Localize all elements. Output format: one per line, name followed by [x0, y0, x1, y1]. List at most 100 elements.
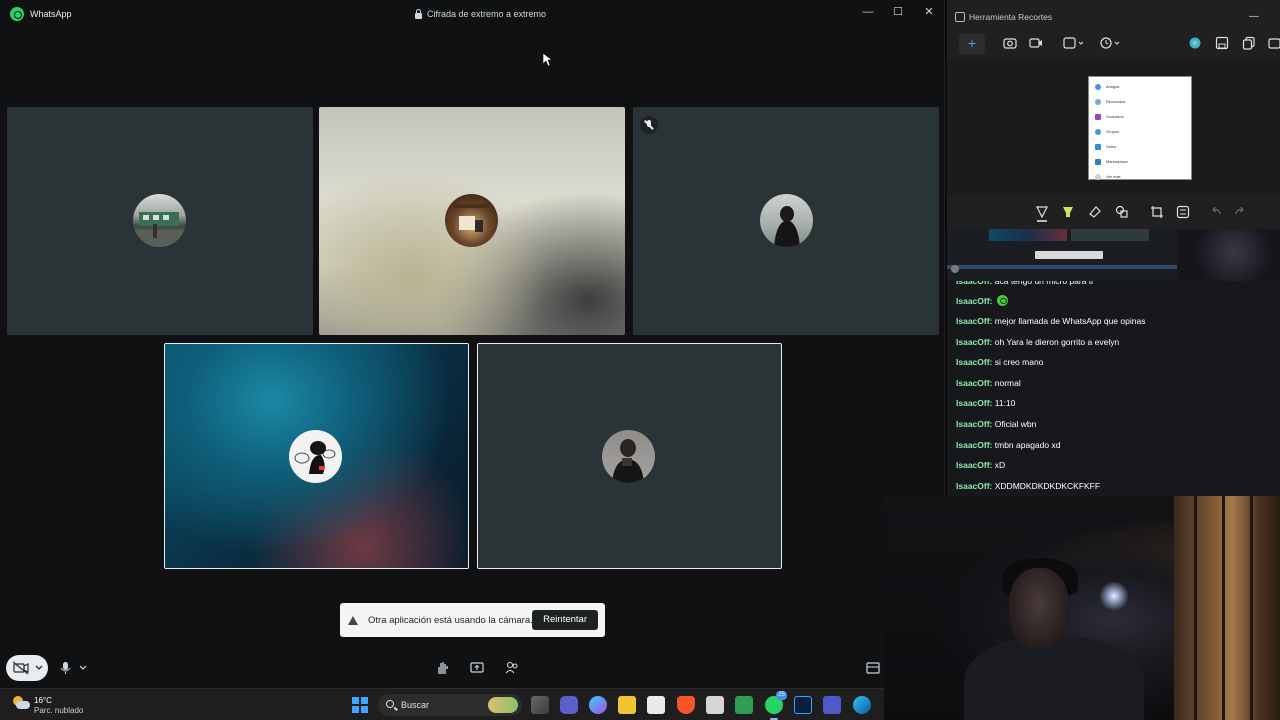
share-icon[interactable]: [1268, 36, 1280, 50]
snipping-tool-icon: [955, 12, 965, 22]
emoji-icon: [996, 295, 1008, 306]
chat-username: IsaacOff: [956, 398, 990, 408]
copy-icon[interactable]: [1242, 36, 1256, 50]
chat-message: IsaacOff: oh Yara le dieron gorrito a ev…: [956, 337, 1120, 347]
participant-tile-5[interactable]: [477, 343, 782, 569]
layout-button[interactable]: [866, 661, 880, 675]
snip-preview-image: Amigos Recuerdos Guardado Grupos Video M…: [1088, 76, 1192, 180]
copilot-app-icon[interactable]: [589, 696, 607, 714]
participant-avatar: [760, 194, 813, 247]
chat-message: IsaacOff: normal: [956, 378, 1021, 388]
participant-tile-4[interactable]: [164, 343, 469, 569]
shapes-icon[interactable]: [1115, 205, 1129, 219]
snip-camera-button[interactable]: [1003, 36, 1017, 50]
snip-video-button[interactable]: [1029, 36, 1043, 50]
retry-button[interactable]: Reintentar: [532, 610, 598, 630]
person-photo-icon: [612, 439, 644, 483]
chat-username: IsaacOff: [956, 337, 990, 347]
preview-label: Recuerdos: [1106, 99, 1126, 104]
chat-message: IsaacOff:: [956, 295, 1008, 306]
chat-username: IsaacOff: [956, 460, 990, 470]
preview-row: Video: [1095, 139, 1185, 154]
undo-icon[interactable]: [1209, 205, 1223, 219]
whatsapp-titlebar: WhatsApp Cifrada de extremo a extremo — …: [0, 0, 945, 28]
weather-icon[interactable]: [12, 696, 30, 710]
video-icon: [1095, 143, 1101, 150]
weather-icon: [951, 265, 959, 273]
photoshop-icon[interactable]: [794, 696, 812, 714]
close-button[interactable]: ✕: [920, 5, 938, 19]
taskbar-search[interactable]: Buscar: [378, 694, 522, 716]
webcam-overlay: [884, 496, 1280, 720]
maximize-button[interactable]: ☐: [889, 5, 907, 19]
minimize-button[interactable]: —: [859, 5, 877, 19]
crop-icon[interactable]: [1150, 205, 1164, 219]
copilot-icon[interactable]: [1188, 36, 1202, 50]
snipping-app-icon[interactable]: [706, 696, 724, 714]
webcam-person-body: [964, 636, 1144, 720]
whatsapp-logo-icon: [10, 7, 24, 21]
participant-tile-2[interactable]: [319, 107, 625, 335]
microsoft-store-icon[interactable]: [647, 696, 665, 714]
save-icon[interactable]: [1215, 36, 1229, 50]
chat-username: IsaacOff: [956, 440, 990, 450]
cartoon-photo-icon: [294, 441, 336, 474]
chat-message-partial: IsaacOff: aca tengo un micro para ti: [956, 281, 1094, 286]
stream-preview-strip: [947, 229, 1280, 281]
microphone-button[interactable]: [60, 661, 90, 675]
highlighter-icon[interactable]: [1061, 205, 1075, 219]
teams-app-icon[interactable]: [823, 696, 841, 714]
preview-thumbnail: [1071, 229, 1149, 241]
chat-text: tmbn apagado xd: [994, 440, 1061, 450]
meet-app-icon[interactable]: [560, 696, 578, 714]
chat-username: IsaacOff: [956, 316, 990, 326]
new-snip-button[interactable]: +: [959, 34, 985, 54]
snip-mode-dropdown[interactable]: [1063, 36, 1087, 50]
preview-row: Marketplace: [1095, 154, 1185, 169]
chat-username: IsaacOff: [956, 419, 990, 429]
redo-icon[interactable]: [1233, 205, 1247, 219]
snip-minimize-button[interactable]: —: [1247, 10, 1261, 24]
chat-message: IsaacOff: xD: [956, 460, 1006, 470]
brave-browser-icon[interactable]: [677, 696, 695, 714]
markup-toolbar: [947, 196, 1280, 229]
call-controls: [0, 650, 945, 688]
eraser-icon[interactable]: [1088, 205, 1102, 219]
girl-photo-icon: [774, 206, 800, 247]
train-photo-icon: [133, 212, 186, 247]
text-actions-icon[interactable]: [1176, 205, 1190, 219]
participant-tile-3[interactable]: [633, 107, 939, 335]
chat-text: Oficial wbn: [994, 419, 1037, 429]
shelf-photo-icon: [453, 204, 490, 232]
windows-start-icon[interactable]: [352, 697, 368, 713]
chat-username: IsaacOff: [956, 481, 990, 491]
raise-hand-button[interactable]: [436, 661, 450, 675]
file-explorer-icon[interactable]: [618, 696, 636, 714]
marketplace-icon: [1095, 158, 1101, 165]
excel-app-icon[interactable]: [735, 696, 753, 714]
ballpoint-pen-icon[interactable]: [1035, 205, 1049, 223]
share-screen-button[interactable]: [470, 661, 484, 675]
muted-microphone-icon: [640, 116, 658, 134]
chat-message: IsaacOff: si creo mano: [956, 357, 1044, 367]
snip-delay-dropdown[interactable]: [1100, 36, 1124, 50]
weather-condition[interactable]: Parc. nublado: [34, 706, 83, 715]
whatsapp-window: WhatsApp Cifrada de extremo a extremo — …: [0, 0, 945, 688]
chat-message: IsaacOff: 11:10: [956, 398, 1016, 408]
participant-tile-1[interactable]: [7, 107, 313, 335]
webcam-window-light: [1174, 496, 1280, 720]
chat-text: oh Yara le dieron gorrito a evelyn: [994, 337, 1120, 347]
edge-browser-icon[interactable]: [853, 696, 871, 714]
friends-icon: [1095, 83, 1101, 90]
camera-toggle-button[interactable]: [6, 655, 48, 681]
participant-avatar: [133, 194, 186, 247]
preview-webcam: [1177, 229, 1280, 281]
preview-label: Ver más: [1106, 174, 1121, 179]
preview-thumbnail: [989, 229, 1067, 241]
weather-temperature[interactable]: 16°C: [34, 696, 52, 705]
task-view-icon[interactable]: [531, 696, 549, 714]
add-participant-button[interactable]: [505, 661, 519, 675]
chat-text: 11:10: [994, 398, 1016, 408]
mouse-cursor-icon: [543, 53, 552, 67]
chat-text: normal: [994, 378, 1021, 388]
